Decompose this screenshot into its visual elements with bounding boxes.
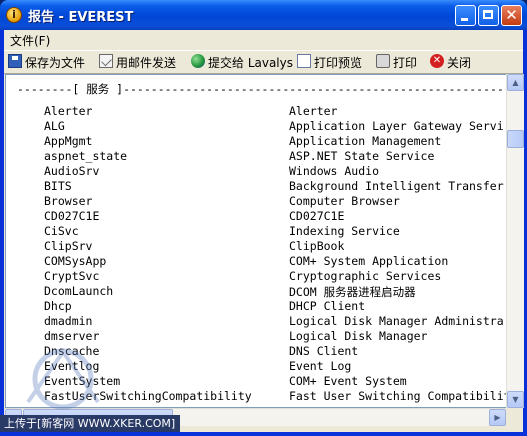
service-name: AppMgmt: [44, 134, 93, 148]
vertical-scrollbar[interactable]: ▲ ▼: [506, 74, 524, 408]
service-row: Browser Computer Browser: [6, 194, 506, 209]
service-description: Cryptographic Services: [289, 269, 442, 283]
service-row: AppMgmt Application Management: [6, 134, 506, 149]
service-name: COMSysApp: [44, 254, 107, 268]
scrollbar-corner: [506, 408, 523, 425]
send-by-email-label: 用邮件发送: [116, 56, 177, 70]
globe-icon: [191, 54, 205, 68]
envelope-icon: [99, 54, 113, 68]
minimize-icon: [461, 18, 468, 21]
service-name: CryptSvc: [44, 269, 100, 283]
window-title: 报告 - EVEREST: [28, 10, 134, 25]
service-name: AudioSrv: [44, 164, 100, 178]
close-window-button[interactable]: ✕: [501, 5, 522, 26]
print-preview-label: 打印预览: [314, 56, 363, 70]
service-row: Alerter Alerter: [6, 104, 506, 119]
service-description: ASP.NET State Service: [289, 149, 435, 163]
status-bar: 上传于[新客网 WWW.XKER.COM]: [0, 415, 180, 432]
service-name: CiSvc: [44, 224, 79, 238]
service-row: ClipSrv ClipBook: [6, 239, 506, 254]
service-description: CD027C1E: [289, 209, 345, 223]
service-description: Computer Browser: [289, 194, 400, 208]
service-description: Windows Audio: [289, 164, 380, 178]
toolbar: 保存为文件 用邮件发送 提交给 Lavalys 打印预览 打印 ✕ 关闭: [4, 50, 523, 74]
service-name: ALG: [44, 119, 65, 133]
close-report-button[interactable]: ✕ 关闭: [430, 53, 478, 71]
service-description: DHCP Client: [289, 299, 366, 313]
site-logo-watermark: [26, 348, 100, 410]
vertical-scroll-thumb[interactable]: [507, 130, 524, 148]
service-row: aspnet_state ASP.NET State Service: [6, 149, 506, 164]
minimize-button[interactable]: [455, 5, 476, 26]
report-window: i 报告 - EVEREST ✕ 文件(F) 保存为文件 用邮件发送 提交给 L…: [0, 0, 527, 436]
service-description: Application Management: [289, 134, 442, 148]
floppy-disk-icon: [8, 54, 22, 68]
service-row: BITS Background Intelligent Transfer: [6, 179, 506, 194]
service-description: Background Intelligent Transfer: [289, 179, 504, 193]
service-description: DCOM 服务器进程启动器: [289, 285, 416, 299]
save-to-file-button[interactable]: 保存为文件: [8, 53, 90, 71]
service-name: dmadmin: [44, 314, 93, 328]
service-row: AudioSrv Windows Audio: [6, 164, 506, 179]
document-icon: [297, 54, 311, 68]
service-name: aspnet_state: [44, 149, 128, 163]
menu-bar: 文件(F): [4, 30, 523, 49]
service-name: Browser: [44, 194, 93, 208]
print-preview-button[interactable]: 打印预览: [297, 53, 369, 71]
service-description: COM+ System Application: [289, 254, 449, 268]
print-button[interactable]: 打印: [376, 53, 422, 71]
service-description: Event Log: [289, 359, 352, 373]
service-name: Dhcp: [44, 299, 72, 313]
service-name: BITS: [44, 179, 72, 193]
service-row: ALG Application Layer Gateway Servi: [6, 119, 506, 134]
service-name: Alerter: [44, 104, 93, 118]
service-name: CD027C1E: [44, 209, 100, 223]
service-name: DcomLaunch: [44, 284, 114, 298]
submit-to-lavalys-label: 提交给 Lavalys: [208, 56, 293, 70]
send-by-email-button[interactable]: 用邮件发送: [99, 53, 183, 71]
service-description: Alerter: [289, 104, 338, 118]
service-description: Logical Disk Manager: [289, 329, 428, 343]
service-row: CryptSvc Cryptographic Services: [6, 269, 506, 284]
scroll-up-arrow-icon[interactable]: ▲: [507, 74, 524, 91]
app-info-icon[interactable]: i: [6, 7, 22, 23]
service-row: DcomLaunch DCOM 服务器进程启动器: [6, 284, 506, 299]
section-header-services: --------[ 服务 ]--------------------------…: [17, 82, 507, 96]
service-row: CiSvc Indexing Service: [6, 224, 506, 239]
service-description: ClipBook: [289, 239, 345, 253]
close-circle-icon: ✕: [430, 54, 444, 68]
service-row: COMSysApp COM+ System Application: [6, 254, 506, 269]
save-to-file-label: 保存为文件: [25, 56, 86, 70]
service-name: dmserver: [44, 329, 100, 343]
service-description: Fast User Switching Compatibility: [289, 389, 507, 403]
maximize-button[interactable]: [478, 5, 499, 26]
printer-icon: [376, 54, 390, 68]
service-description: DNS Client: [289, 344, 359, 358]
scroll-right-arrow-icon[interactable]: ▶: [489, 409, 506, 426]
menu-file[interactable]: 文件(F): [10, 32, 50, 49]
service-description: COM+ Event System: [289, 374, 407, 388]
service-row: CD027C1E CD027C1E: [6, 209, 506, 224]
service-row: dmadmin Logical Disk Manager Administra: [6, 314, 506, 329]
service-description: Indexing Service: [289, 224, 400, 238]
title-bar[interactable]: i 报告 - EVEREST ✕: [0, 0, 527, 30]
service-description: Logical Disk Manager Administra: [289, 314, 504, 328]
maximize-icon: [483, 10, 493, 19]
print-label: 打印: [393, 56, 418, 70]
close-report-label: 关闭: [447, 56, 472, 70]
service-row: Dhcp DHCP Client: [6, 299, 506, 314]
close-icon: ✕: [505, 6, 518, 24]
service-description: Application Layer Gateway Servi: [289, 119, 504, 133]
service-name: ClipSrv: [44, 239, 93, 253]
submit-to-lavalys-button[interactable]: 提交给 Lavalys: [191, 53, 293, 71]
scroll-down-arrow-icon[interactable]: ▼: [507, 391, 524, 408]
